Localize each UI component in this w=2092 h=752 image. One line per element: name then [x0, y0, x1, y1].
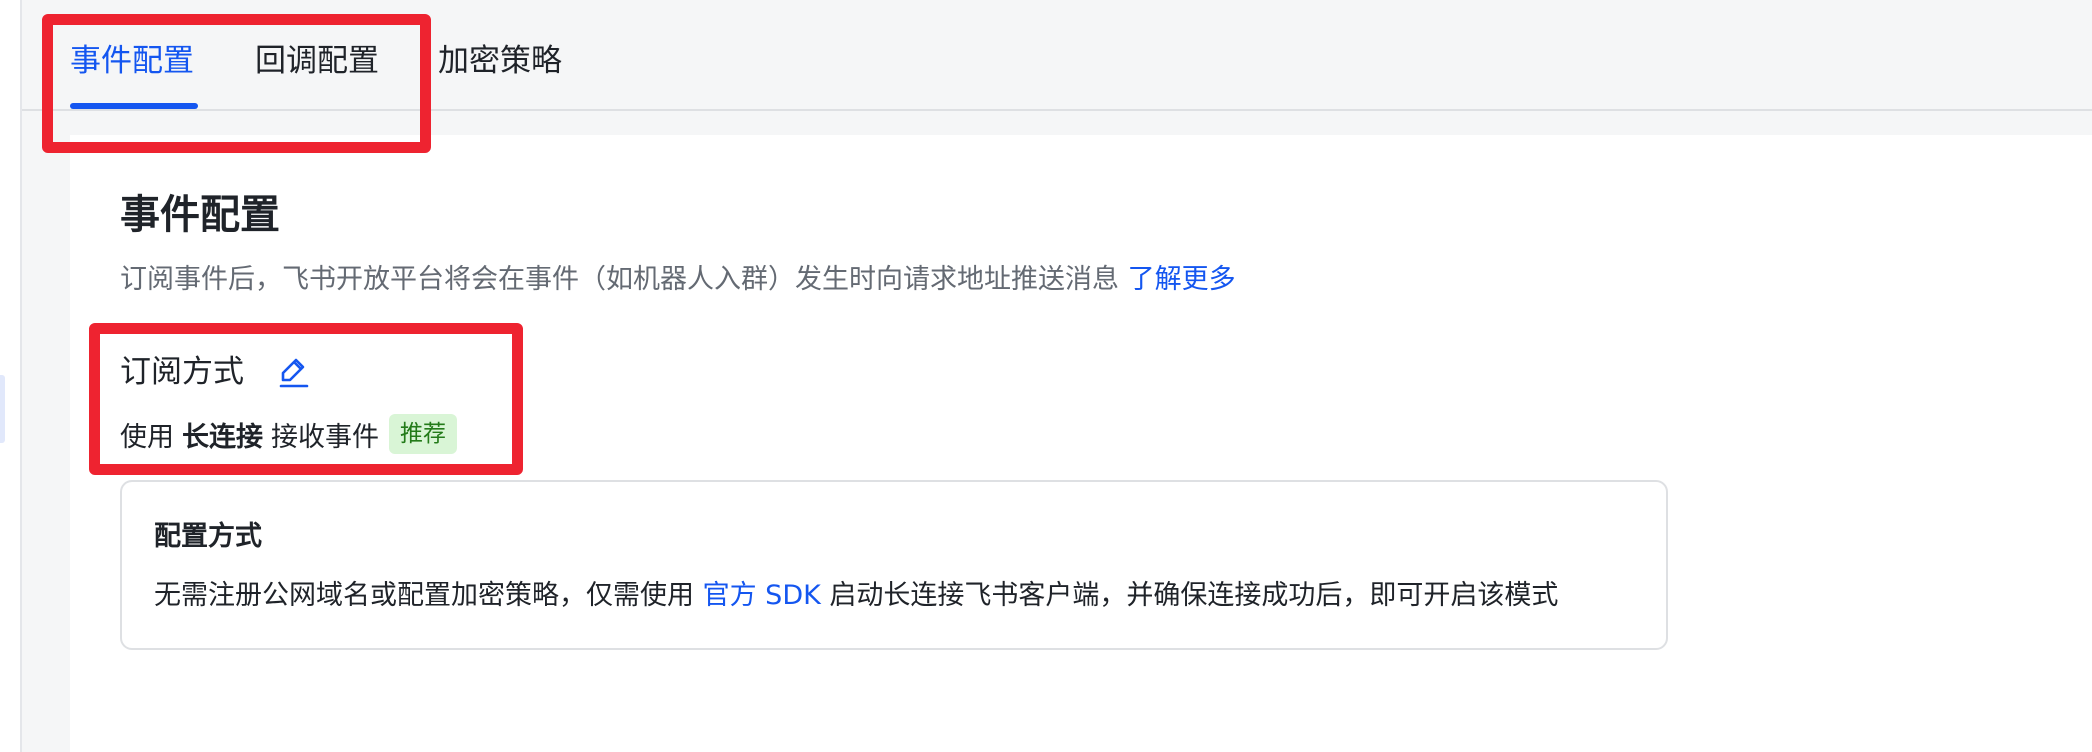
config-text-before: 无需注册公网域名或配置加密策略，仅需使用 — [154, 580, 703, 611]
page-description-text: 订阅事件后，飞书开放平台将会在事件（如机器人入群）发生时向请求地址推送消息 — [120, 264, 1128, 295]
mode-long-connection: 长连接 — [182, 421, 263, 453]
tab-event-config[interactable]: 事件配置 — [70, 40, 194, 82]
recommended-badge: 推荐 — [389, 414, 457, 454]
config-text-after: 启动长连接飞书客户端，并确保连接成功后，即可开启该模式 — [820, 580, 1559, 611]
config-method-title: 配置方式 — [154, 521, 262, 552]
pencil-icon[interactable] — [278, 353, 310, 389]
config-method-text: 无需注册公网域名或配置加密策略，仅需使用 官方 SDK 启动长连接飞书客户端，并… — [154, 577, 1558, 615]
page-title: 事件配置 — [120, 192, 280, 238]
tab-callback-config[interactable]: 回调配置 — [255, 40, 379, 82]
official-sdk-link[interactable]: 官方 SDK — [703, 580, 821, 611]
tab-bar: 事件配置 回调配置 加密策略 — [22, 0, 2092, 111]
content-panel: 事件配置 订阅事件后，飞书开放平台将会在事件（如机器人入群）发生时向请求地址推送… — [70, 135, 2092, 752]
mode-suffix: 接收事件 — [271, 421, 379, 453]
page-description: 订阅事件后，飞书开放平台将会在事件（如机器人入群）发生时向请求地址推送消息 了解… — [120, 261, 1236, 299]
learn-more-link[interactable]: 了解更多 — [1128, 264, 1236, 295]
config-method-card: 配置方式 无需注册公网域名或配置加密策略，仅需使用 官方 SDK 启动长连接飞书… — [120, 480, 1668, 650]
subscription-title: 订阅方式 — [120, 354, 244, 390]
mode-prefix: 使用 — [120, 421, 174, 453]
rail-active-marker — [0, 375, 5, 443]
tab-encryption-policy[interactable]: 加密策略 — [438, 40, 562, 82]
active-tab-indicator — [70, 103, 198, 109]
left-rail — [0, 0, 22, 752]
subscription-mode: 使用 长连接 接收事件 推荐 — [120, 413, 457, 455]
